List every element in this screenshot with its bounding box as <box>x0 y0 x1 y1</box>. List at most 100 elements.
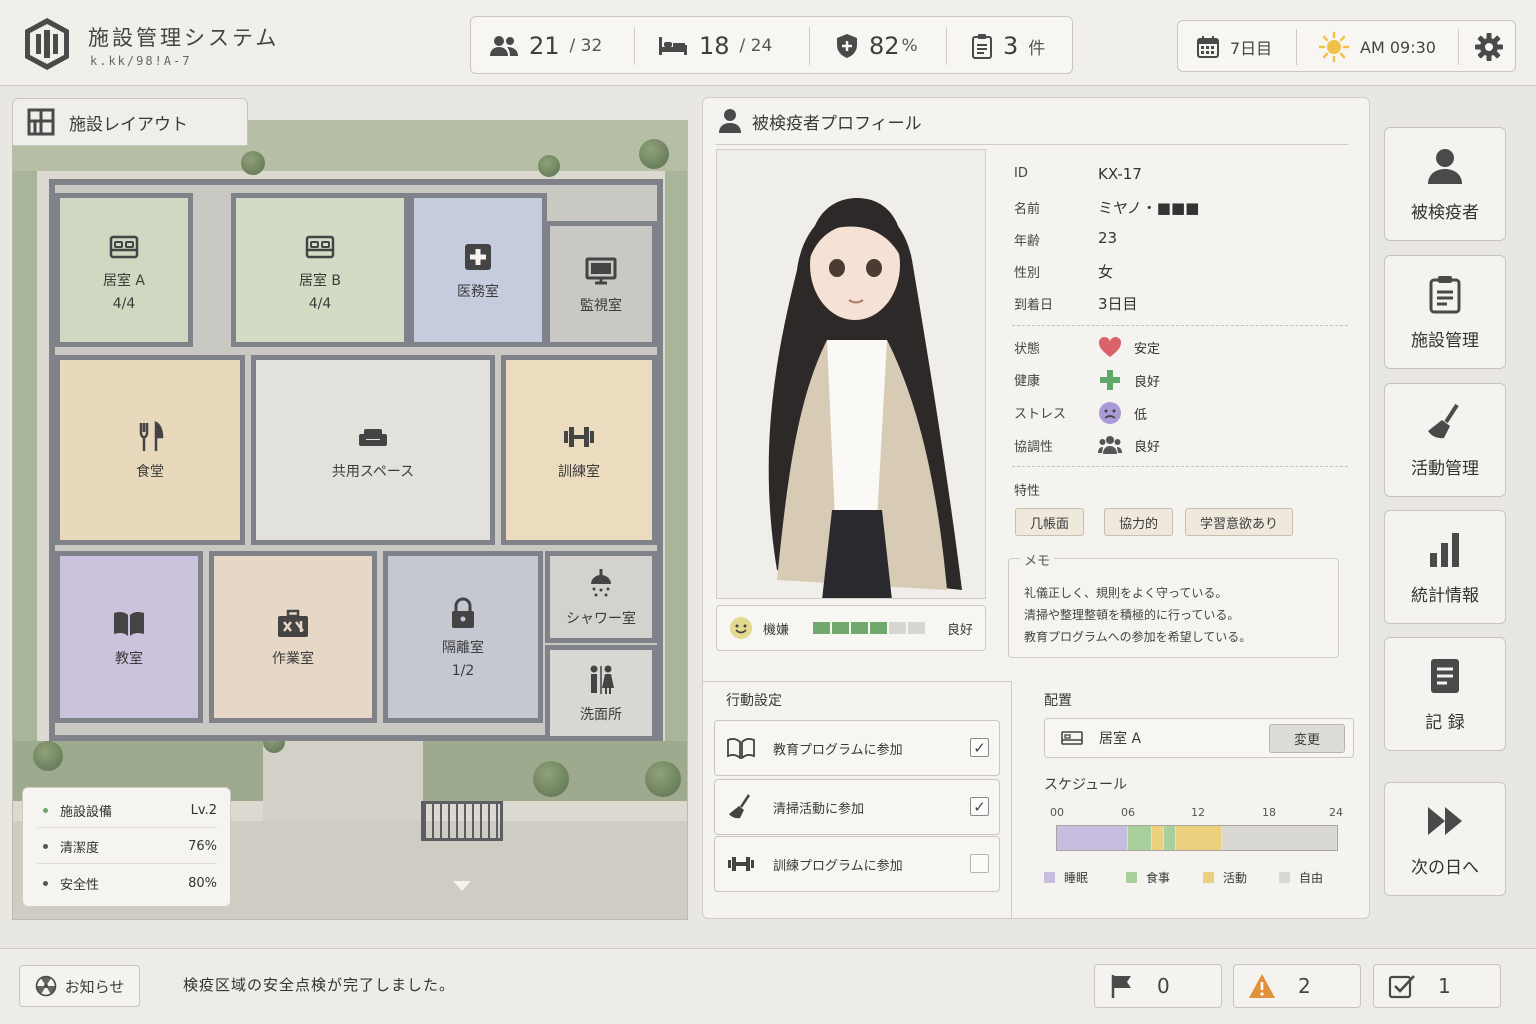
room-medical-name: 医務室 <box>457 284 499 300</box>
schedule-block-free <box>1221 826 1337 850</box>
room-a[interactable]: 居室 A 4/4 <box>55 193 193 347</box>
status-label-health: 健康 <box>1014 374 1041 389</box>
plus-icon <box>1100 370 1120 390</box>
nav-activity[interactable]: 活動管理 <box>1384 383 1506 497</box>
room-dining[interactable]: 食堂 <box>55 355 245 545</box>
nav-statistics[interactable]: 統計情報 <box>1384 510 1506 624</box>
status-label-cooperation: 協調性 <box>1014 440 1054 455</box>
day-display: 7日目 <box>1196 21 1272 73</box>
memo-label: メモ <box>1020 550 1055 569</box>
schedule-title: スケジュール <box>1044 777 1128 793</box>
stat-tasks: 3 件 <box>971 17 1045 75</box>
action-education-label: 教育プログラムに参加 <box>773 742 903 758</box>
nav-records[interactable]: 記 録 <box>1384 637 1506 751</box>
action-cleaning-label: 清掃活動に参加 <box>773 801 865 817</box>
calendar-icon <box>1197 36 1219 58</box>
warning-counter[interactable]: 2 <box>1233 964 1361 1008</box>
field-value-name: ミヤノ・■■■ <box>1098 199 1200 217</box>
next-day-button[interactable]: 次の日へ <box>1384 782 1506 896</box>
field-value-arrival: 3日目 <box>1098 295 1138 313</box>
room-monitor[interactable]: 監視室 <box>545 221 657 347</box>
schedule-block-sleep <box>1057 826 1129 850</box>
time-value: AM 09:30 <box>1360 37 1436 57</box>
sun-icon <box>1318 31 1350 63</box>
room-isolation[interactable]: 隔離室 1/2 <box>383 551 543 723</box>
room-a-count: 4/4 <box>112 296 136 312</box>
book-icon <box>727 738 755 759</box>
schedule-tick: 06 <box>1121 806 1135 819</box>
bed-icon <box>659 37 687 55</box>
broom-icon <box>729 794 751 819</box>
nav-statistics-label: 統計情報 <box>1411 585 1479 606</box>
sofa-icon <box>359 429 387 446</box>
task-counter[interactable]: 1 <box>1373 964 1501 1008</box>
room-shower[interactable]: シャワー室 <box>545 551 657 643</box>
change-room-button[interactable]: 変更 <box>1269 724 1345 753</box>
field-label-id: ID <box>1014 166 1028 181</box>
bar-chart-icon <box>1430 532 1459 567</box>
bed-icon <box>305 235 335 259</box>
gear-icon <box>1475 33 1503 61</box>
action-cleaning[interactable]: 清掃活動に参加 ✓ <box>714 779 1000 835</box>
tab-facility-layout[interactable]: 施設レイアウト <box>12 98 248 146</box>
person-icon <box>719 109 741 133</box>
stats-bar: 21 / 32 18 / 24 82 % 3 件 <box>470 16 1073 74</box>
room-classroom[interactable]: 教室 <box>55 551 203 723</box>
schedule-legend-sleep: 睡眠 <box>1044 869 1088 886</box>
status-health: 良好 <box>1098 368 1160 392</box>
bed-icon <box>109 235 139 259</box>
schedule-tick: 12 <box>1191 806 1205 819</box>
mood-segment <box>851 622 869 634</box>
nav-records-label: 記 録 <box>1425 712 1465 733</box>
status-condition-value: 安定 <box>1134 341 1161 357</box>
nav-quarantined-label: 被検疫者 <box>1411 202 1479 223</box>
room-common[interactable]: 共用スペース <box>251 355 495 545</box>
action-training[interactable]: 訓練プログラムに参加 <box>714 836 1000 892</box>
room-b[interactable]: 居室 B 4/4 <box>231 193 409 347</box>
profile-title: 被検疫者プロフィール <box>752 113 922 134</box>
schedule-legend-sleep-label: 睡眠 <box>1064 871 1089 885</box>
stat-security-value: 82 <box>869 32 900 60</box>
task-count: 1 <box>1438 974 1451 998</box>
scroll-down-icon[interactable] <box>453 881 471 891</box>
room-shower-name: シャワー室 <box>566 611 636 627</box>
floorplan-icon <box>27 108 55 136</box>
facility-equipment-value: Lv.2 <box>190 803 217 818</box>
memo-line: 教育プログラムへの参加を希望している。 <box>1024 630 1252 644</box>
nav-activity-label: 活動管理 <box>1411 458 1479 479</box>
schedule-block-activity <box>1176 826 1222 850</box>
nav-quarantined[interactable]: 被検疫者 <box>1384 127 1506 241</box>
profile-header: 被検疫者プロフィール <box>718 108 922 134</box>
room-training[interactable]: 訓練室 <box>501 355 657 545</box>
status-label-condition: 状態 <box>1014 342 1041 357</box>
nav-facility[interactable]: 施設管理 <box>1384 255 1506 369</box>
mood-segment <box>870 622 888 634</box>
room-medical[interactable]: 医務室 <box>409 193 547 347</box>
flag-count: 0 <box>1157 974 1170 998</box>
character-portrait <box>716 149 986 599</box>
next-day-label: 次の日へ <box>1411 857 1479 878</box>
checkbox-icon <box>1388 975 1415 999</box>
room-a-name: 居室 A <box>102 273 146 289</box>
schedule-legend-free: 自由 <box>1279 869 1323 886</box>
action-education-checkbox[interactable]: ✓ <box>970 738 989 757</box>
field-label-name: 名前 <box>1014 202 1041 217</box>
status-cooperation: 良好 <box>1098 434 1160 456</box>
action-cleaning-checkbox[interactable]: ✓ <box>970 797 989 816</box>
settings-button[interactable] <box>1474 21 1504 73</box>
room-training-name: 訓練室 <box>558 464 600 480</box>
action-training-checkbox[interactable] <box>970 854 989 873</box>
shield-icon <box>837 34 857 58</box>
room-workshop[interactable]: 作業室 <box>209 551 377 723</box>
stat-occupants: 21 / 32 <box>489 17 602 75</box>
time-bar: 7日目 AM 09:30 <box>1177 20 1516 72</box>
notice-button[interactable]: お知らせ <box>19 965 140 1007</box>
action-education[interactable]: 教育プログラムに参加 ✓ <box>714 720 1000 776</box>
room-b-name: 居室 B <box>298 273 342 289</box>
schedule-bar[interactable] <box>1056 825 1338 851</box>
placement-title: 配置 <box>1044 693 1072 709</box>
room-washroom[interactable]: 洗面所 <box>545 645 657 741</box>
cleanliness-row: 清潔度 76% <box>37 830 217 864</box>
schedule-tick: 24 <box>1329 806 1343 819</box>
flag-counter[interactable]: 0 <box>1094 964 1222 1008</box>
